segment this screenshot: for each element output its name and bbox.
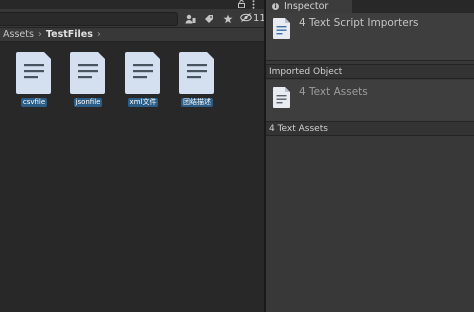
imported-object-title: 4 Text Assets: [299, 86, 368, 98]
asset-label: csvfile: [20, 98, 48, 107]
chevron-right-icon: ›: [96, 29, 101, 40]
tab-inspector[interactable]: i Inspector: [266, 0, 352, 13]
inspector-panel: i Inspector 4 Text Script Importers Impo…: [266, 0, 474, 312]
project-header: [0, 0, 264, 9]
text-asset-icon: [70, 52, 106, 97]
inspector-tabbar: i Inspector: [266, 0, 474, 13]
section-text-assets[interactable]: 4 Text Assets: [266, 121, 474, 136]
info-icon: i: [272, 3, 279, 10]
search-input[interactable]: [0, 12, 178, 26]
text-asset-icon: [179, 52, 215, 97]
asset-item[interactable]: xml文件: [116, 52, 170, 112]
asset-grid: csvfile jsonfile xml文件 团结描述: [0, 43, 264, 312]
imported-object-block: 4 Text Assets: [266, 80, 474, 121]
tab-inspector-label: Inspector: [284, 1, 329, 12]
project-panel: 11 Assets › TestFiles › csvfile jsonfile…: [0, 0, 266, 312]
create-filter-icon[interactable]: [181, 11, 199, 26]
favorite-icon[interactable]: [219, 11, 237, 26]
asset-item[interactable]: csvfile: [7, 52, 61, 112]
text-script-importer-icon: [273, 18, 290, 42]
section-imported-object-label: Imported Object: [269, 66, 343, 77]
text-asset-icon: [16, 52, 52, 97]
label-filter-icon[interactable]: [200, 11, 218, 26]
asset-label: jsonfile: [73, 98, 103, 107]
hidden-count[interactable]: 11: [240, 11, 266, 26]
eye-slash-icon: [240, 12, 252, 25]
asset-label: xml文件: [127, 98, 159, 107]
text-asset-icon: [125, 52, 161, 97]
breadcrumb-testfiles[interactable]: TestFiles: [46, 29, 93, 40]
inspector-header: 4 Text Script Importers: [266, 13, 474, 61]
inspector-title: 4 Text Script Importers: [299, 17, 419, 29]
breadcrumb-assets[interactable]: Assets: [3, 29, 34, 40]
section-imported-object[interactable]: Imported Object: [266, 64, 474, 79]
text-asset-icon: [273, 87, 290, 111]
asset-label: 团结描述: [181, 98, 213, 107]
inspector-body: [266, 137, 474, 312]
section-text-assets-label: 4 Text Assets: [269, 123, 328, 134]
breadcrumb: Assets › TestFiles ›: [0, 28, 264, 42]
project-toolbar: 11: [0, 9, 266, 28]
asset-item[interactable]: 团结描述: [170, 52, 224, 112]
chevron-right-icon: ›: [37, 29, 42, 40]
asset-item[interactable]: jsonfile: [61, 52, 115, 112]
